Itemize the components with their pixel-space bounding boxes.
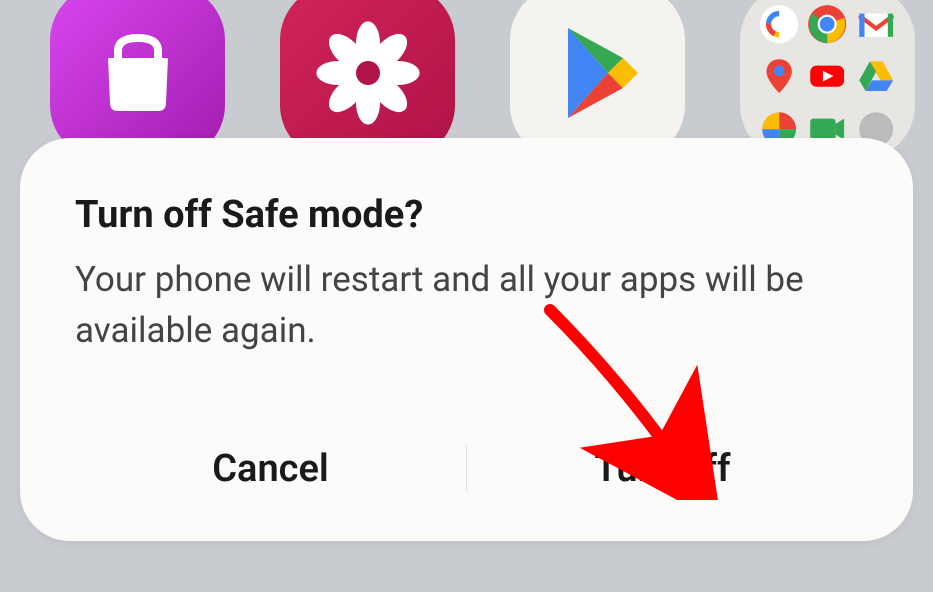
safe-mode-dialog: Turn off Safe mode? Your phone will rest… xyxy=(20,138,913,541)
dialog-button-row: Cancel Turn off xyxy=(75,432,858,506)
drive-mini-icon xyxy=(855,55,897,101)
turn-off-button[interactable]: Turn off xyxy=(467,432,858,506)
flower-icon xyxy=(308,13,428,133)
google-apps-folder[interactable] xyxy=(740,0,915,160)
chrome-mini-icon xyxy=(806,3,848,49)
google-mini-icon xyxy=(758,3,800,49)
maps-mini-icon xyxy=(758,55,800,101)
play-store-icon xyxy=(548,18,648,128)
play-store-app-icon[interactable] xyxy=(510,0,685,160)
gmail-mini-icon xyxy=(855,3,897,49)
cancel-button[interactable]: Cancel xyxy=(75,432,466,506)
galaxy-store-app-icon[interactable] xyxy=(50,0,225,160)
dialog-title: Turn off Safe mode? xyxy=(75,193,858,237)
home-screen-app-row xyxy=(0,0,933,160)
dialog-message: Your phone will restart and all your app… xyxy=(75,255,858,357)
gallery-app-icon[interactable] xyxy=(280,0,455,160)
shopping-bag-icon xyxy=(88,23,188,123)
youtube-mini-icon xyxy=(806,55,848,101)
